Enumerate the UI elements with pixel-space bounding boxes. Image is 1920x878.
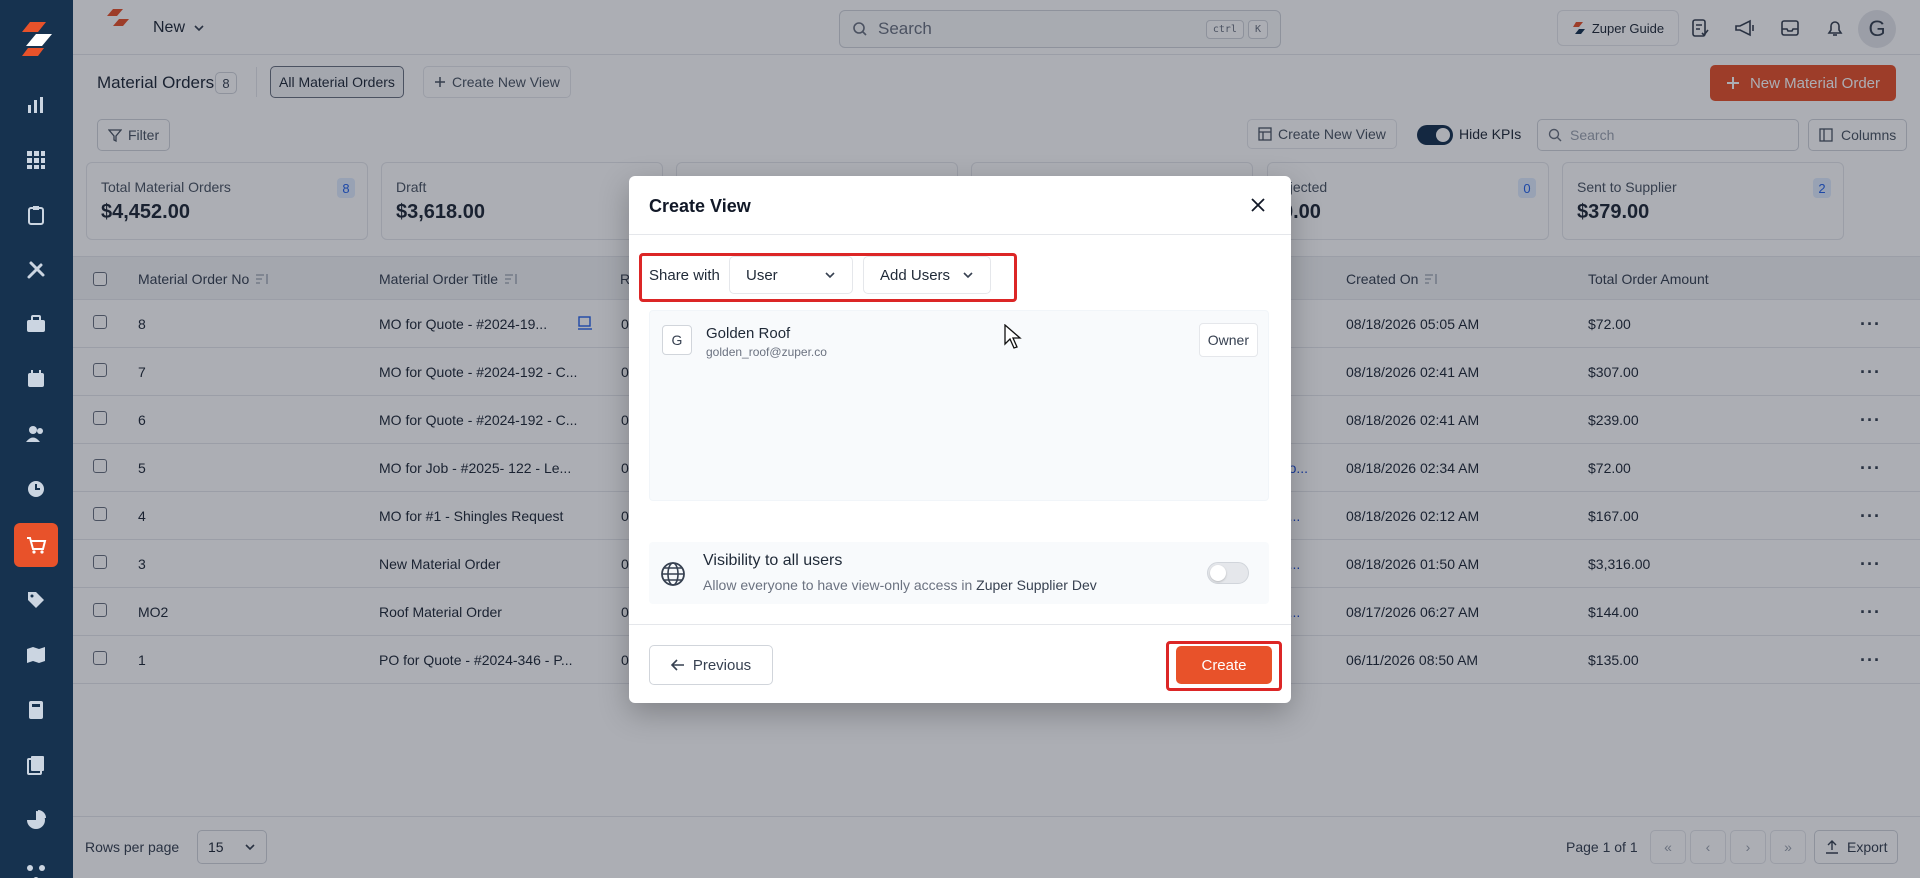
- create-view-dialog: Create View Share with User Add Users G …: [629, 176, 1291, 703]
- dashboard-icon[interactable]: [14, 83, 58, 127]
- user-name: Golden Roof: [706, 325, 791, 342]
- apps-icon[interactable]: [14, 138, 58, 182]
- globe-icon: [661, 562, 685, 586]
- close-icon[interactable]: [1249, 196, 1267, 214]
- calculator-icon[interactable]: [14, 688, 58, 732]
- avatar: G: [662, 325, 692, 355]
- map-icon[interactable]: [14, 633, 58, 677]
- tools-icon[interactable]: [14, 248, 58, 292]
- zuper-logo[interactable]: [16, 18, 58, 60]
- arrow-left-icon: [670, 659, 684, 671]
- visibility-desc-text: Allow everyone to have view-only access …: [703, 577, 973, 593]
- users-icon[interactable]: [14, 412, 58, 456]
- visibility-description: Allow everyone to have view-only access …: [703, 577, 1097, 593]
- role-badge: Owner: [1198, 323, 1258, 357]
- add-users-select[interactable]: Add Users: [863, 256, 991, 294]
- previous-label: Previous: [692, 656, 752, 674]
- pie-chart-icon[interactable]: [14, 798, 58, 842]
- create-button[interactable]: Create: [1176, 646, 1272, 684]
- visibility-toggle[interactable]: [1207, 562, 1249, 584]
- share-with-label: Share with: [649, 267, 720, 284]
- previous-button[interactable]: Previous: [649, 645, 773, 685]
- workflow-icon[interactable]: [14, 852, 58, 878]
- org-name: Zuper Supplier Dev: [976, 577, 1097, 593]
- shared-users-list: G Golden Roof golden_roof@zuper.co Owner: [649, 310, 1269, 501]
- sidebar: [0, 0, 73, 878]
- dialog-header: Create View: [629, 176, 1291, 235]
- calendar-icon[interactable]: [14, 357, 58, 401]
- mouse-pointer-icon: [1004, 324, 1022, 349]
- files-icon[interactable]: [14, 743, 58, 787]
- tag-icon[interactable]: [14, 578, 58, 622]
- cart-icon[interactable]: [14, 523, 58, 567]
- visibility-title: Visibility to all users: [703, 552, 843, 569]
- list-item: G Golden Roof golden_roof@zuper.co Owner: [650, 311, 1270, 367]
- chevron-down-icon: [963, 272, 973, 279]
- clock-icon[interactable]: [14, 467, 58, 511]
- clipboard-icon[interactable]: [14, 193, 58, 237]
- chevron-down-icon: [825, 272, 835, 279]
- briefcase-icon[interactable]: [14, 302, 58, 346]
- dialog-title: Create View: [649, 196, 751, 216]
- share-type-select[interactable]: User: [729, 256, 853, 294]
- share-type-value: User: [746, 266, 778, 284]
- divider: [629, 624, 1291, 625]
- visibility-section: Visibility to all users Allow everyone t…: [649, 542, 1269, 604]
- add-users-label: Add Users: [880, 266, 951, 284]
- user-email: golden_roof@zuper.co: [706, 345, 827, 359]
